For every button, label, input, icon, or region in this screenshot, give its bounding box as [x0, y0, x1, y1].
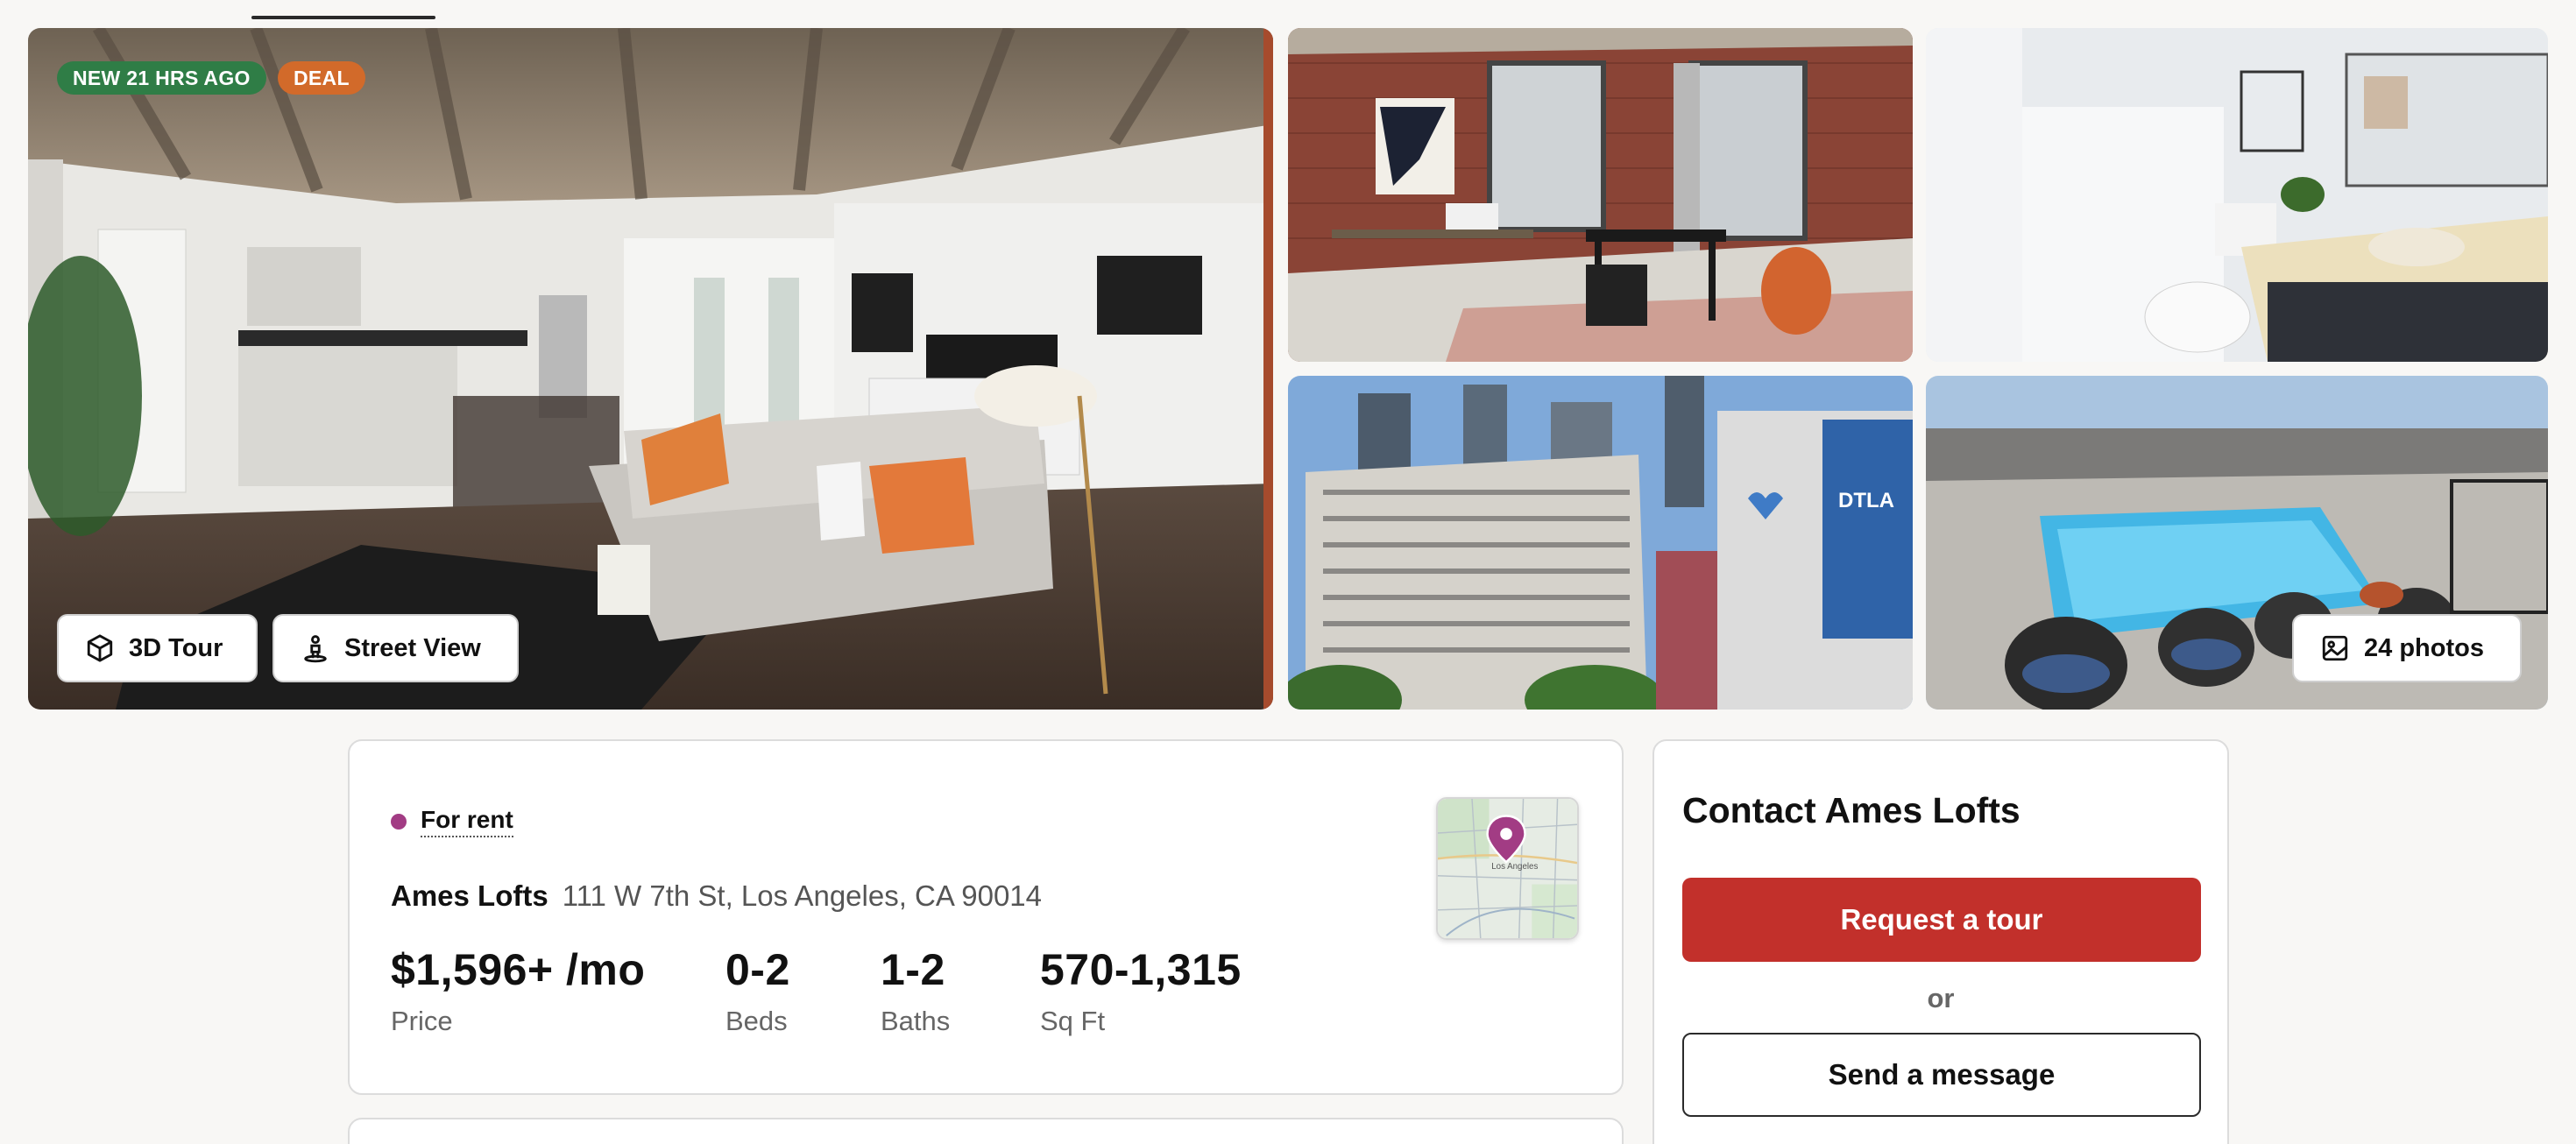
status-label[interactable]: For rent	[421, 806, 513, 837]
baths-value: 1-2	[881, 945, 945, 994]
baths-label: Baths	[881, 1006, 951, 1036]
address-row: Ames Lofts 111 W 7th St, Los Angeles, CA…	[391, 879, 1042, 913]
sqft-value: 570-1,315	[1040, 945, 1242, 994]
beds-value: 0-2	[725, 945, 790, 994]
contact-title: Contact Ames Lofts	[1682, 790, 2020, 830]
3d-tour-label: 3D Tour	[129, 633, 223, 662]
photo-count-label: 24 photos	[2364, 633, 2484, 662]
map-city-label: Los Angeles	[1491, 862, 1538, 872]
dtla-mural-text: DTLA	[1838, 489, 1894, 512]
3d-cube-icon	[87, 634, 113, 662]
price-label: Price	[391, 1006, 453, 1036]
stat-beds: 0-2 Beds	[725, 944, 790, 1037]
beds-label: Beds	[725, 1006, 788, 1036]
view-all-photos-button[interactable]: 24 photos	[2292, 614, 2522, 682]
map-thumbnail[interactable]: Los Angeles	[1436, 797, 1579, 940]
request-tour-button[interactable]: Request a tour	[1682, 878, 2201, 962]
stat-baths: 1-2 Baths	[881, 944, 950, 1037]
new-listing-badge: NEW 21 HRS AGO	[57, 61, 266, 95]
gallery-photo-pool[interactable]: 24 photos	[1926, 376, 2548, 710]
street-view-label: Street View	[344, 633, 481, 662]
photo-gallery: NEW 21 HRS AGO DEAL 3D Tour Street View	[28, 28, 2548, 710]
contact-card: Contact Ames Lofts Request a tour or Sen…	[1652, 739, 2229, 1144]
deal-badge: DEAL	[278, 61, 365, 95]
status-dot	[391, 814, 407, 830]
sqft-label: Sq Ft	[1040, 1006, 1106, 1036]
listing-status: For rent	[391, 806, 513, 837]
street-view-button[interactable]: Street View	[272, 614, 519, 682]
active-tab-underline	[251, 16, 435, 19]
3d-tour-button[interactable]: 3D Tour	[57, 614, 258, 682]
main-photo[interactable]: NEW 21 HRS AGO DEAL 3D Tour Street View	[28, 28, 1273, 710]
gallery-photo-downtown[interactable]: DTLA	[1288, 376, 1913, 710]
property-address: 111 W 7th St, Los Angeles, CA 90014	[562, 879, 1043, 912]
listing-summary-card: For rent Ames Lofts 111 W 7th St, Los An…	[348, 739, 1624, 1095]
pegman-icon	[304, 635, 327, 663]
image-icon	[2322, 635, 2348, 661]
or-divider-text: or	[1927, 983, 1955, 1013]
stat-price: $1,596+ /mo Price	[391, 944, 645, 1037]
gallery-photo-office[interactable]	[1288, 28, 1913, 362]
gallery-photo-bathroom[interactable]	[1926, 28, 2548, 362]
property-name: Ames Lofts	[391, 879, 548, 912]
price-value: $1,596+ /mo	[391, 945, 646, 994]
send-message-button[interactable]: Send a message	[1682, 1033, 2201, 1117]
stat-sqft: 570-1,315 Sq Ft	[1040, 944, 1242, 1037]
next-section-card	[348, 1118, 1624, 1144]
